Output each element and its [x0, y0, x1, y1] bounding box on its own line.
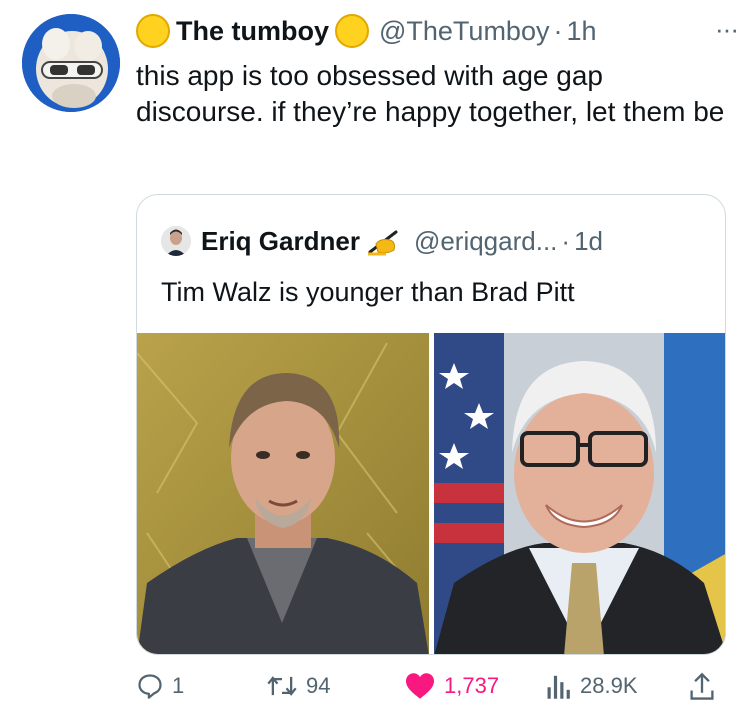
quoted-photo-right[interactable] [434, 333, 725, 654]
quoted-tweet-timestamp: 1d [574, 225, 603, 256]
like-count: 1,737 [444, 673, 500, 698]
quoted-author-display-name: Eriq Gardner [201, 225, 360, 256]
separator-dot: · [553, 15, 563, 46]
quoted-author-avatar [161, 226, 191, 256]
quoted-tweet-header: Eriq Gardner @eriqgard... · 1d [161, 223, 603, 259]
more-options-icon[interactable]: ··· [715, 14, 739, 45]
quoted-tweet[interactable]: Eriq Gardner @eriqgard... · 1d Tim Walz … [136, 194, 726, 655]
quoted-author-handle: @eriqgard... [413, 225, 558, 256]
retweet-count: 94 [306, 673, 331, 698]
like-button[interactable]: 1,737 [404, 672, 499, 700]
share-icon [690, 672, 714, 700]
yellow-circle-emoji-icon [136, 14, 170, 48]
views-button[interactable]: 28.9K [546, 672, 638, 700]
reply-button[interactable]: 1 [136, 672, 184, 700]
author-handle[interactable]: @TheTumboy [379, 16, 549, 47]
author-avatar[interactable] [22, 14, 120, 112]
view-count: 28.9K [580, 673, 638, 698]
avatar-image [22, 14, 120, 112]
quoted-tweet-text: Tim Walz is younger than Brad Pitt [161, 277, 575, 307]
share-button[interactable] [688, 672, 716, 702]
quoted-photo-left[interactable] [137, 333, 429, 654]
tweet-header: The tumboy @TheTumboy · 1h ··· [136, 10, 739, 52]
writing-hand-emoji-icon [366, 226, 404, 256]
separator-dot: · [561, 225, 571, 256]
author-display-name[interactable]: The tumboy [176, 16, 329, 47]
tweet-timestamp[interactable]: 1h [566, 16, 596, 47]
views-icon [547, 675, 570, 699]
retweet-button[interactable]: 94 [266, 672, 330, 700]
retweet-icon [267, 676, 297, 696]
tweet-text: this app is too obsessed with age gap di… [136, 60, 725, 127]
heart-icon [406, 673, 434, 699]
tweet-action-bar: 1 94 1,737 28.9K [136, 668, 726, 712]
reply-icon [138, 674, 162, 699]
reply-count: 1 [172, 673, 185, 698]
yellow-circle-emoji-icon [335, 14, 369, 48]
